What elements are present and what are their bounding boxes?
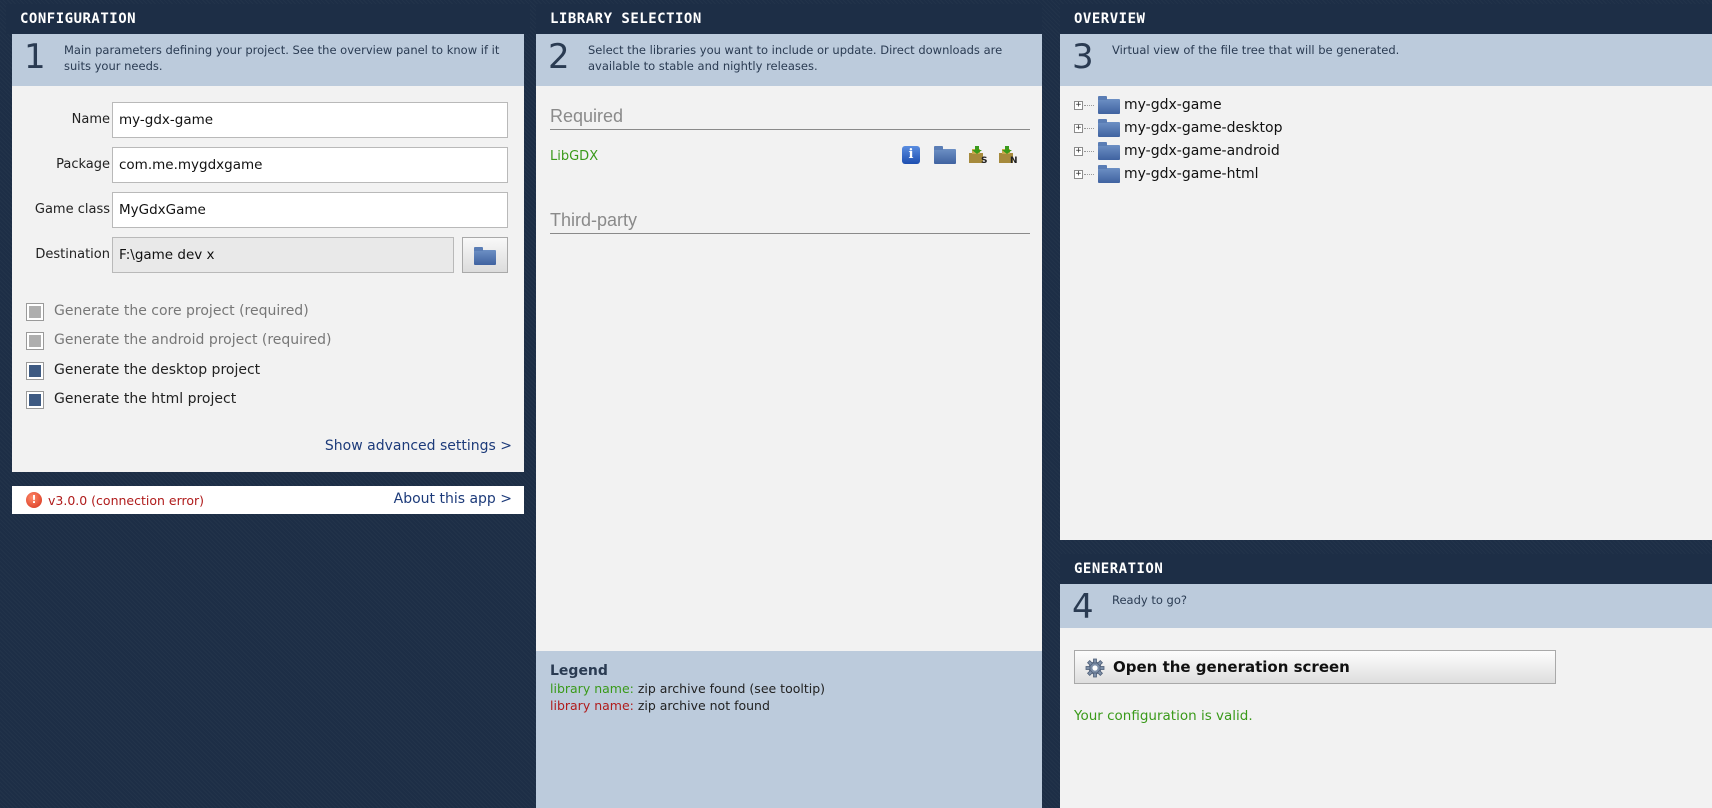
package-row: Package bbox=[26, 147, 110, 183]
legend-found-text: zip archive found (see tooltip) bbox=[633, 681, 826, 696]
legend-notfound-text: zip archive not found bbox=[633, 698, 770, 713]
tree-item-label: my-gdx-game bbox=[1124, 97, 1222, 113]
stable-download-icon[interactable]: S bbox=[968, 146, 988, 166]
svg-text:N: N bbox=[1010, 156, 1018, 164]
browse-destination-button[interactable] bbox=[462, 237, 508, 273]
tree-connector bbox=[1084, 174, 1094, 175]
checkbox-desktop-label: Generate the desktop project bbox=[54, 362, 261, 378]
configuration-valid-status: Your configuration is valid. bbox=[1074, 708, 1253, 724]
legend-notfound-name: library name: bbox=[550, 698, 634, 713]
gameclass-input[interactable]: MyGdxGame bbox=[112, 192, 508, 228]
package-label: Package bbox=[56, 157, 110, 172]
destination-row: Destination bbox=[26, 237, 110, 273]
legend-title: Legend bbox=[550, 663, 608, 679]
gear-icon bbox=[1085, 657, 1105, 678]
destination-label: Destination bbox=[35, 247, 110, 262]
library-step-bar: 2 Select the libraries you want to inclu… bbox=[536, 34, 1042, 86]
step-number: 4 bbox=[1072, 587, 1094, 627]
about-app-link[interactable]: About this app > bbox=[394, 491, 512, 507]
name-row: Name bbox=[26, 102, 110, 138]
step-number: 3 bbox=[1072, 37, 1094, 77]
expand-icon[interactable]: + bbox=[1074, 124, 1083, 133]
overview-panel: OVERVIEW 3 Virtual view of the file tree… bbox=[1060, 4, 1712, 540]
expand-icon[interactable]: + bbox=[1074, 170, 1083, 179]
legend: Legend library name: zip archive found (… bbox=[536, 651, 1042, 808]
name-input[interactable]: my-gdx-game bbox=[112, 102, 508, 138]
expand-icon[interactable]: + bbox=[1074, 101, 1083, 110]
svg-text:S: S bbox=[981, 156, 987, 164]
folder-icon bbox=[1098, 165, 1120, 183]
step-description: Virtual view of the file tree that will … bbox=[1112, 43, 1400, 57]
tree-item-label: my-gdx-game-desktop bbox=[1124, 120, 1283, 136]
generation-panel: GENERATION 4 Ready to go? Open the gener… bbox=[1060, 554, 1712, 808]
overview-header: OVERVIEW bbox=[1060, 4, 1712, 34]
package-input[interactable]: com.me.mygdxgame bbox=[112, 147, 508, 183]
tree-connector bbox=[1084, 151, 1094, 152]
folder-icon[interactable] bbox=[934, 146, 956, 164]
checkbox-core-label: Generate the core project (required) bbox=[54, 303, 309, 319]
library-header: LIBRARY SELECTION bbox=[536, 4, 1042, 34]
folder-icon bbox=[1098, 96, 1120, 114]
generation-step-bar: 4 Ready to go? bbox=[1060, 584, 1712, 628]
folder-icon bbox=[1098, 119, 1120, 137]
gameclass-label: Game class bbox=[34, 202, 110, 217]
legend-found: library name: zip archive found (see too… bbox=[550, 680, 1028, 697]
step-description: Main parameters defining your project. S… bbox=[64, 43, 500, 73]
name-label: Name bbox=[71, 112, 110, 127]
library-list: Required LibGDX i S N Third-party bbox=[536, 86, 1042, 651]
library-item-libgdx[interactable]: LibGDX i S N bbox=[550, 146, 1030, 166]
generation-body: Open the generation screen Your configur… bbox=[1060, 628, 1712, 808]
step-description: Ready to go? bbox=[1112, 593, 1187, 607]
tree-connector bbox=[1084, 105, 1094, 106]
library-panel: LIBRARY SELECTION 2 Select the libraries… bbox=[536, 4, 1042, 808]
checkbox-html-box[interactable] bbox=[26, 391, 44, 409]
checkbox-html-label: Generate the html project bbox=[54, 391, 237, 407]
checkbox-desktop-box[interactable] bbox=[26, 362, 44, 380]
folder-icon bbox=[474, 247, 496, 265]
show-advanced-settings-link[interactable]: Show advanced settings > bbox=[325, 438, 512, 454]
configuration-step-bar: 1 Main parameters defining your project.… bbox=[12, 34, 524, 86]
folder-icon bbox=[1098, 142, 1120, 160]
gameclass-row: Game class bbox=[26, 192, 110, 228]
error-icon: ! bbox=[26, 492, 42, 508]
nightly-download-icon[interactable]: N bbox=[998, 146, 1018, 166]
version-status: v3.0.0 (connection error) bbox=[48, 493, 205, 508]
configuration-form: Name my-gdx-game Package com.me.mygdxgam… bbox=[12, 86, 524, 472]
generation-header: GENERATION bbox=[1060, 554, 1712, 584]
configuration-header: CONFIGURATION bbox=[6, 4, 530, 34]
checkbox-android-label: Generate the android project (required) bbox=[54, 332, 332, 348]
destination-input[interactable]: F:\game dev x bbox=[112, 237, 454, 273]
overview-step-bar: 3 Virtual view of the file tree that wil… bbox=[1060, 34, 1712, 86]
file-tree: + my-gdx-game + my-gdx-game-desktop + my… bbox=[1060, 86, 1712, 540]
thirdparty-section-title: Third-party bbox=[550, 210, 1030, 234]
configuration-panel: CONFIGURATION 1 Main parameters defining… bbox=[6, 4, 530, 808]
tree-item-label: my-gdx-game-html bbox=[1124, 166, 1259, 182]
tree-connector bbox=[1084, 128, 1094, 129]
legend-found-name: library name: bbox=[550, 681, 634, 696]
library-name: LibGDX bbox=[550, 149, 599, 164]
info-icon[interactable]: i bbox=[902, 146, 920, 164]
step-description: Select the libraries you want to include… bbox=[588, 43, 1003, 73]
expand-icon[interactable]: + bbox=[1074, 147, 1083, 156]
step-number: 1 bbox=[24, 37, 46, 77]
tree-item-label: my-gdx-game-android bbox=[1124, 143, 1280, 159]
app-status-bar: ! v3.0.0 (connection error) About this a… bbox=[12, 486, 524, 514]
generation-button-label: Open the generation screen bbox=[1113, 658, 1350, 676]
required-section-title: Required bbox=[550, 106, 1030, 130]
step-number: 2 bbox=[548, 37, 570, 77]
open-generation-screen-button[interactable]: Open the generation screen bbox=[1074, 650, 1556, 684]
checkbox-android-box[interactable] bbox=[26, 332, 44, 350]
legend-notfound: library name: zip archive not found bbox=[550, 697, 1028, 714]
checkbox-core-box[interactable] bbox=[26, 303, 44, 321]
